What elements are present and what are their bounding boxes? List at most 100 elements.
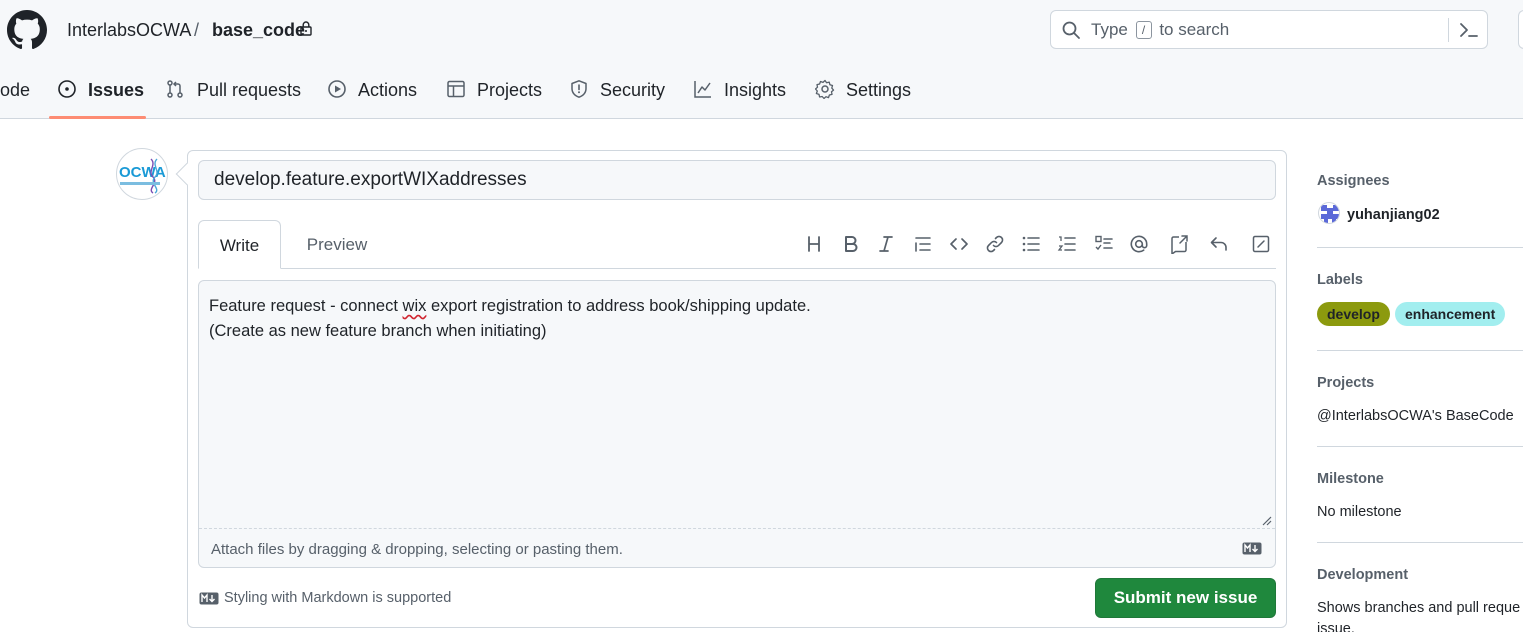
repo-header: InterlabsOCWA / base_code Type / to sear… [0, 0, 1523, 119]
tab-write[interactable]: Write [198, 220, 281, 269]
sidebar-divider [1317, 350, 1523, 351]
search-input[interactable]: Type / to search [1050, 10, 1488, 49]
development-heading: Development [1317, 567, 1409, 583]
toolbar-ordered-list-button[interactable] [1056, 233, 1078, 255]
toolbar-cross-reference-button[interactable] [1168, 233, 1190, 255]
toolbar-link-button[interactable] [984, 233, 1006, 255]
search-icon [1062, 21, 1080, 39]
search-placeholder: Type / to search [1091, 20, 1229, 40]
breadcrumb-separator: / [194, 20, 200, 40]
code-icon [950, 238, 968, 250]
toolbar-unordered-list-button[interactable] [1020, 233, 1042, 255]
table-icon [447, 80, 465, 98]
search-divider [1448, 18, 1449, 42]
ordered-list-icon [1057, 236, 1076, 251]
search-suffix: to search [1159, 20, 1230, 39]
tasklist-icon [1095, 235, 1113, 251]
issue-body-textarea[interactable]: Feature request - connect wix export reg… [198, 280, 1276, 568]
command-palette-icon[interactable] [1458, 20, 1480, 40]
search-key-hint: / [1135, 21, 1152, 39]
tab-issues[interactable]: Issues [57, 70, 144, 118]
sidebar-divider [1317, 247, 1523, 248]
resize-handle-icon[interactable] [1262, 516, 1272, 526]
toolbar-fullscreen-button[interactable] [1250, 233, 1272, 255]
git-pull-request-icon [167, 80, 183, 98]
link-icon [986, 235, 1004, 253]
heading-icon [808, 236, 820, 252]
markdown-note-icon [199, 592, 219, 605]
quote-icon [915, 237, 931, 252]
projects-heading[interactable]: Projects [1317, 374, 1374, 392]
play-icon [328, 80, 346, 98]
toolbar-heading-button[interactable] [803, 233, 825, 255]
body-text-line-2: (Create as new feature branch when initi… [209, 322, 547, 340]
tab-preview[interactable]: Preview [292, 220, 382, 269]
active-tab-underline [49, 116, 146, 119]
fullscreen-icon [1252, 235, 1270, 253]
breadcrumb-repo[interactable]: base_code [212, 19, 305, 41]
milestone-value: No milestone [1317, 504, 1402, 520]
identicon-icon [1321, 205, 1339, 223]
mention-icon [1130, 235, 1148, 253]
label-enhancement[interactable]: enhancement [1395, 302, 1506, 326]
body-text-1a: Feature request - connect [209, 297, 403, 315]
body-text-line-1: Feature request - connect wix export reg… [209, 296, 811, 316]
toolbar-italic-button[interactable] [875, 233, 897, 255]
tab-actions[interactable]: Actions [327, 70, 417, 118]
toolbar-code-button[interactable] [948, 233, 970, 255]
toolbar-quote-button[interactable] [912, 233, 934, 255]
attach-files-hint[interactable]: Attach files by dragging & dropping, sel… [211, 540, 623, 560]
label-develop[interactable]: develop [1317, 302, 1390, 326]
toolbar-tasklist-button[interactable] [1093, 233, 1115, 255]
tab-projects[interactable]: Projects [446, 70, 542, 118]
assignee-avatar [1318, 202, 1340, 224]
lock-icon [300, 21, 312, 36]
toolbar-bold-button[interactable] [840, 233, 862, 255]
tab-issues-label: Issues [88, 80, 145, 100]
spellcheck-word: wix [402, 297, 427, 315]
breadcrumb-owner[interactable]: InterlabsOCWA [67, 19, 191, 41]
tab-pull-requests-label: Pull requests [197, 80, 302, 100]
tab-insights[interactable]: Insights [693, 70, 786, 118]
svg-text:OCWA: OCWA [119, 164, 166, 181]
search-prefix: Type [1091, 20, 1128, 39]
tab-projects-label: Projects [477, 80, 543, 100]
tab-security[interactable]: Security [569, 70, 665, 118]
graph-icon [694, 81, 711, 98]
milestone-heading[interactable]: Milestone [1317, 470, 1384, 488]
tab-pull-requests[interactable]: Pull requests [165, 70, 301, 118]
tab-actions-label: Actions [358, 80, 418, 100]
github-logo-icon[interactable] [7, 10, 47, 50]
toolbar-reply-button[interactable] [1208, 233, 1230, 255]
issue-title-input[interactable] [198, 160, 1276, 200]
header-extra-button[interactable] [1518, 10, 1523, 49]
body-text-1c: export registration to address book/ship… [426, 297, 811, 315]
tab-settings-label: Settings [846, 80, 912, 100]
bold-icon [845, 236, 858, 252]
labels-heading[interactable]: Labels [1317, 271, 1363, 289]
tab-insights-label: Insights [724, 80, 787, 100]
italic-icon [879, 236, 893, 252]
sidebar-divider [1317, 542, 1523, 543]
reply-icon [1210, 237, 1227, 251]
tab-security-label: Security [600, 80, 666, 100]
toolbar-mention-button[interactable] [1128, 233, 1150, 255]
submit-new-issue-button[interactable]: Submit new issue [1095, 578, 1276, 618]
tab-code-label: ode [0, 80, 31, 100]
development-text-line-2: issue. [1317, 621, 1355, 632]
assignee-name[interactable]: yuhanjiang02 [1347, 206, 1440, 224]
ocwa-logo-icon: OCWA [119, 158, 166, 194]
markdown-support-link[interactable]: Styling with Markdown is supported [224, 589, 451, 607]
assignees-heading[interactable]: Assignees [1317, 172, 1390, 190]
tab-code[interactable]: ode [0, 70, 30, 118]
author-avatar[interactable]: OCWA [116, 148, 168, 200]
development-text-line-1: Shows branches and pull reque [1317, 600, 1521, 616]
cross-reference-icon [1171, 235, 1188, 254]
project-name[interactable]: @InterlabsOCWA's BaseCode [1317, 407, 1514, 425]
issue-opened-icon [58, 80, 76, 98]
tab-settings[interactable]: Settings [815, 70, 911, 118]
sidebar-divider [1317, 446, 1523, 447]
gear-icon [815, 79, 835, 99]
unordered-list-icon [1022, 236, 1040, 252]
shield-icon [571, 80, 587, 98]
